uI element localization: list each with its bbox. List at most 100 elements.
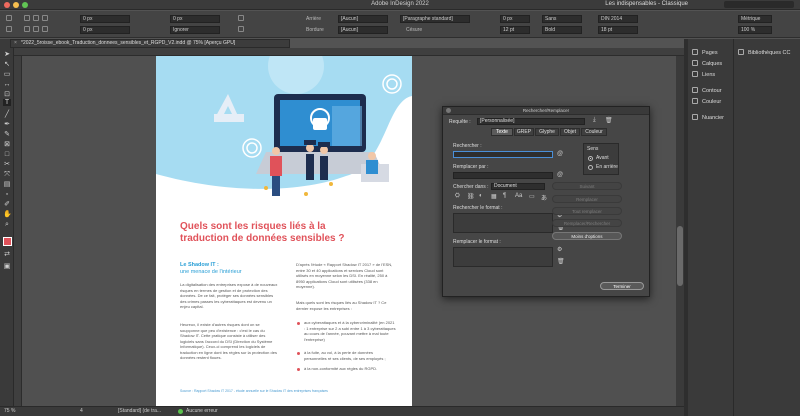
save-query-icon[interactable]: ⤓ [593, 117, 596, 124]
swap-colors-icon[interactable]: ⇄ [3, 251, 11, 258]
align-center-icon[interactable] [33, 15, 39, 21]
query-select[interactable]: [Personnalisée] [477, 118, 585, 125]
eyedropper-tool-icon[interactable]: ✐ [3, 201, 11, 208]
content-collector-icon[interactable]: ⊡ [3, 91, 11, 98]
pencil-tool-icon[interactable]: ✎ [3, 131, 11, 138]
direction-forward-radio[interactable] [588, 156, 593, 161]
search-input[interactable] [724, 1, 794, 8]
tab-text[interactable]: Texte [491, 128, 513, 136]
gradient-tool-icon[interactable]: ▤ [3, 181, 11, 188]
tab-color[interactable]: Couleur [581, 128, 607, 136]
replace-find-button[interactable]: Remplacer/Rechercher [552, 219, 622, 227]
include-hidden-layers-icon[interactable]: ◐ [479, 193, 483, 199]
search-in-select[interactable]: Document [491, 183, 545, 190]
replace-all-button[interactable]: Tout remplacer [552, 207, 622, 215]
replace-format-box[interactable] [453, 247, 553, 267]
search-special-chars-icon[interactable]: @ [557, 151, 563, 157]
case-sensitive-icon[interactable]: Aa [515, 193, 522, 199]
tab-object[interactable]: Objet [560, 128, 580, 136]
rectangle-frame-tool-icon[interactable]: ⊠ [3, 141, 11, 148]
font-family-select[interactable]: Sans [542, 15, 582, 23]
justify-all-icon[interactable] [33, 26, 39, 32]
replace-button[interactable]: Remplacer [552, 195, 622, 203]
kerning-select[interactable]: Métrique [738, 15, 772, 23]
panel-layers[interactable]: Calques [692, 60, 722, 67]
clear-replace-format-icon[interactable]: 🗑 [557, 258, 565, 265]
panel-pages[interactable]: Pages [692, 49, 718, 56]
include-locked-layers-icon[interactable]: ⛭ [455, 193, 460, 200]
justify-icon[interactable] [24, 26, 30, 32]
rectangle-tool-icon[interactable]: □ [3, 151, 11, 158]
w-field[interactable]: 0 px [170, 15, 220, 23]
column2-paragraph-1[interactable]: D'après l'étude « Rapport Shadow IT 2017… [296, 262, 396, 290]
panel-swatches[interactable]: Nuancier [692, 114, 724, 121]
horizontal-scale-field[interactable]: 100 % [738, 26, 772, 34]
bullet-list-icon[interactable] [42, 26, 48, 32]
font-size-field[interactable]: 18 pt [598, 26, 638, 34]
document-tab[interactable]: × *2022_5roisse_ebook_Traduction_donnees… [10, 39, 290, 48]
zoom-tool-icon[interactable]: ⌕ [3, 221, 11, 228]
hyphenation-checkbox[interactable]: Césure [406, 27, 422, 33]
done-button[interactable]: Terminer [600, 282, 644, 290]
selection-icon[interactable] [6, 15, 12, 21]
scale-field[interactable]: Ignorer [170, 26, 220, 34]
column1-paragraph-1[interactable]: La digitalisation des entreprises expose… [180, 282, 280, 310]
gap-tool-icon[interactable]: ↔ [3, 81, 11, 88]
scissors-tool-icon[interactable]: ✂ [3, 161, 11, 168]
specify-replace-format-icon[interactable]: ⚙ [557, 246, 562, 253]
include-master-pages-icon[interactable]: ▦ [491, 193, 497, 200]
delete-query-icon[interactable]: 🗑 [605, 117, 613, 124]
vertical-ruler[interactable] [14, 56, 22, 406]
page-footnote[interactable]: Source : Rapport Shadow IT 2017 - étude … [180, 389, 390, 393]
screen-mode-icon[interactable]: ▣ [3, 263, 11, 270]
fewer-options-button[interactable]: Moins d'options [552, 232, 622, 240]
bullet-item-1[interactable]: aux cyberattaques et à la cybercriminali… [297, 320, 396, 342]
next-button[interactable]: Suivant [552, 182, 622, 190]
pen-tool-icon[interactable]: ✒ [3, 121, 11, 128]
bullet-item-3[interactable]: à la non-conformité aux règles du RGPD. [297, 366, 396, 372]
dialog-title[interactable]: Rechercher/Remplacer [443, 107, 649, 115]
note-tool-icon[interactable]: ▫ [3, 191, 11, 198]
y-field[interactable]: 0 px [80, 26, 130, 34]
search-field[interactable] [453, 151, 553, 158]
search-format-box[interactable] [453, 213, 553, 233]
panel-links[interactable]: Liens [692, 71, 715, 78]
page-heading[interactable]: Quels sont les risques liés à la traduct… [180, 221, 390, 245]
hand-tool-icon[interactable]: ✋ [3, 211, 12, 218]
section-subtitle[interactable]: Le Shadow IT : une menace de l'intérieur [180, 262, 280, 276]
document-page[interactable]: Quels sont les risques liés à la traduct… [156, 56, 412, 408]
line-tool-icon[interactable]: ╱ [3, 111, 11, 118]
text-frame-icon[interactable] [238, 15, 244, 21]
free-transform-tool-icon[interactable]: ⤧ [3, 171, 11, 178]
zoom-level[interactable]: 75 % [4, 407, 15, 416]
replace-field[interactable] [453, 172, 553, 179]
align-left-icon[interactable] [24, 15, 30, 21]
direct-selection-tool-icon[interactable]: ↖ [3, 61, 11, 68]
panel-stroke[interactable]: Contour [692, 87, 722, 94]
vertical-scrollbar[interactable] [676, 56, 684, 406]
page-number[interactable]: 4 [80, 407, 83, 416]
language-select[interactable]: DIN 2014 [598, 15, 638, 23]
left-indent-field[interactable]: 0 px [500, 15, 530, 23]
type-tool-icon[interactable]: T [3, 99, 11, 106]
direction-back-radio[interactable] [588, 165, 593, 170]
space-before-field[interactable]: 12 pt [500, 26, 530, 34]
page-tool-icon[interactable]: ▭ [3, 71, 11, 78]
stroke-swatch-select[interactable]: [Aucun] [338, 26, 388, 34]
text-wrap-icon[interactable] [238, 26, 244, 32]
tab-glyph[interactable]: Glyphe [535, 128, 559, 136]
include-locked-stories-icon[interactable]: ⛓ [467, 193, 475, 200]
column1-paragraph-2[interactable]: Heureux, il existe d'autres risques dont… [180, 322, 280, 361]
whole-word-icon[interactable]: ▭ [529, 193, 535, 200]
kana-icon[interactable]: あ [541, 193, 547, 202]
column2-paragraph-2[interactable]: Mais quels sont les risques liés au Shad… [296, 300, 396, 311]
scrollbar-thumb[interactable] [677, 226, 683, 286]
preflight-profile[interactable]: [Standard] (de tra... [118, 407, 161, 416]
paragraph-style-select[interactable]: [Paragraphe standard] [400, 15, 470, 23]
selection-tool-icon[interactable]: ➤ [3, 51, 11, 58]
replace-special-chars-icon[interactable]: @ [557, 172, 563, 178]
x-field[interactable]: 0 px [80, 15, 130, 23]
align-right-icon[interactable] [42, 15, 48, 21]
bullet-item-2[interactable]: à la fuite, au vol, à la perte de donnée… [297, 350, 396, 361]
fill-stroke-swatch-icon[interactable] [3, 237, 12, 246]
